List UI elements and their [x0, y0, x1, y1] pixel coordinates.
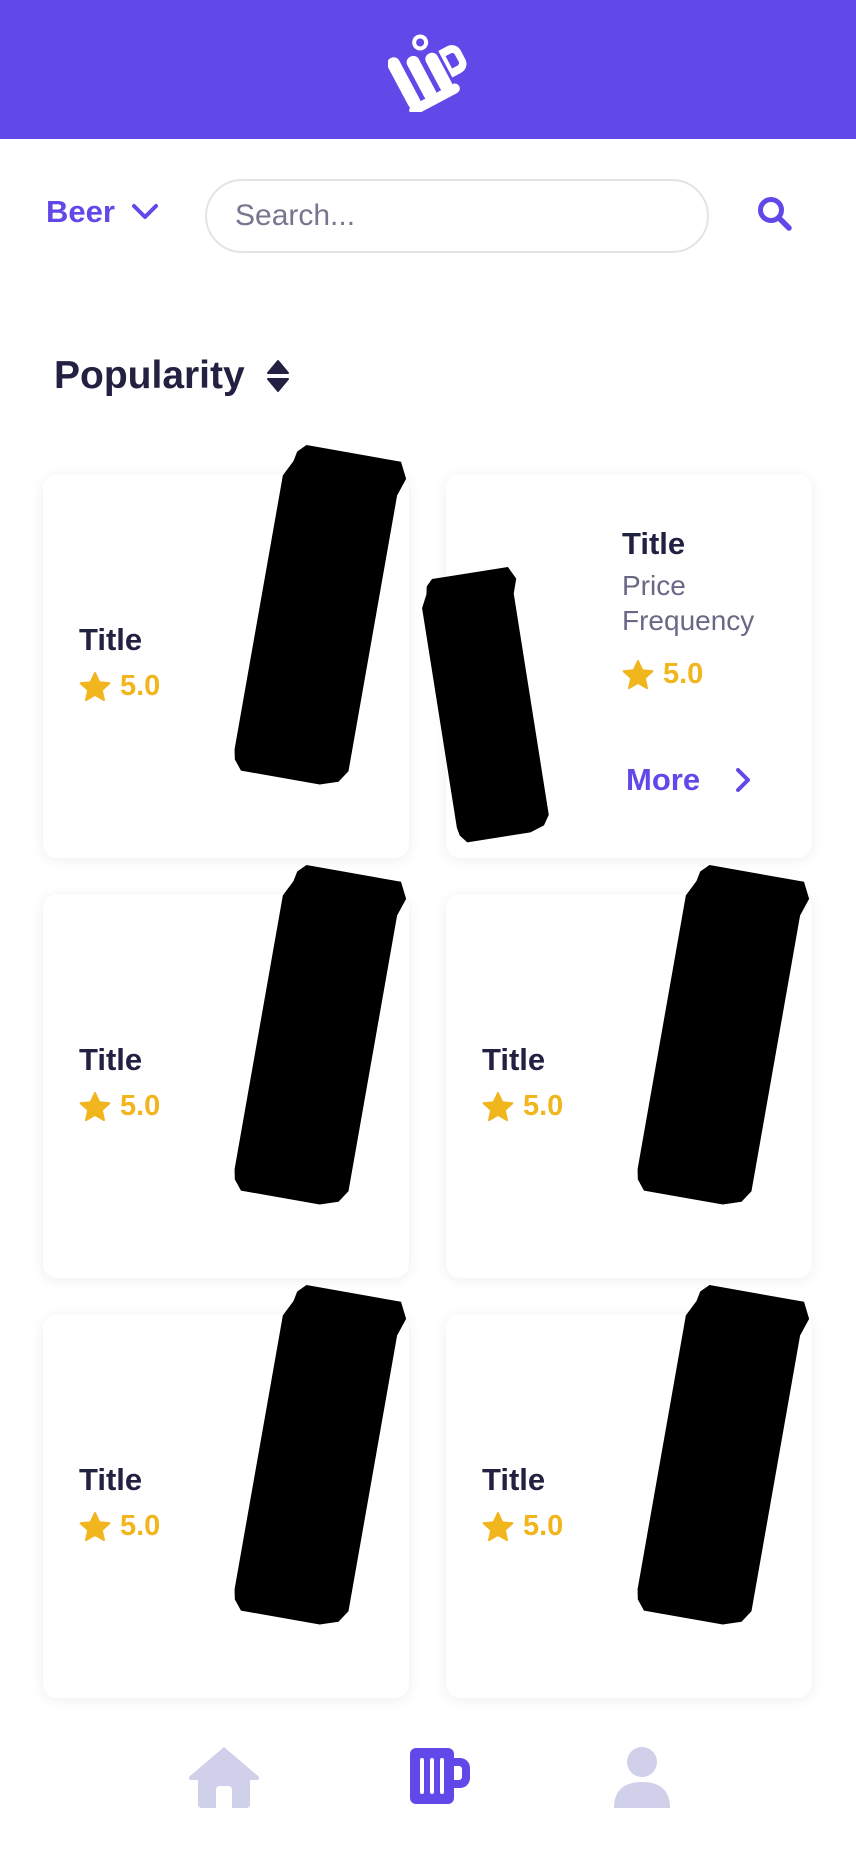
category-dropdown[interactable]: Beer [46, 194, 159, 230]
rating-value: 5.0 [523, 1090, 564, 1122]
card-rating: 5.0 [622, 658, 703, 691]
user-icon[interactable] [612, 1746, 672, 1810]
star-icon [482, 1091, 514, 1121]
product-card[interactable]: Title 5.0 [446, 861, 812, 1278]
rating-value: 5.0 [120, 670, 161, 702]
chevron-down-icon [131, 204, 158, 219]
product-card[interactable]: Title 5.0 [43, 1281, 409, 1698]
card-title: Title [482, 1462, 546, 1497]
can-placeholder-image [634, 861, 812, 1211]
sort-label: Popularity [54, 354, 245, 397]
sort-icon [266, 360, 289, 392]
card-rating: 5.0 [79, 670, 160, 703]
card-rating: 5.0 [482, 1090, 563, 1123]
star-icon [79, 1511, 111, 1541]
more-label: More [626, 762, 701, 797]
can-placeholder-image [231, 861, 409, 1211]
product-card[interactable]: Title 5.0 [43, 441, 409, 858]
card-title: Title [79, 1462, 143, 1497]
can-placeholder-image [231, 1281, 409, 1631]
product-card[interactable]: Title 5.0 [43, 861, 409, 1278]
card-price: Price [622, 570, 686, 601]
search-input[interactable] [205, 179, 709, 253]
bottom-nav [0, 1720, 856, 1852]
more-button[interactable]: More [626, 762, 752, 798]
can-placeholder-image [634, 1281, 812, 1631]
home-icon[interactable] [186, 1744, 262, 1810]
rating-value: 5.0 [523, 1510, 564, 1542]
rating-value: 5.0 [120, 1510, 161, 1542]
chevron-right-icon [736, 768, 751, 792]
rating-value: 5.0 [663, 658, 704, 690]
card-title: Title [622, 526, 686, 561]
app-header [0, 0, 856, 139]
search-icon[interactable] [756, 195, 794, 233]
card-title: Title [482, 1042, 546, 1077]
can-placeholder-image [417, 566, 556, 844]
card-rating: 5.0 [79, 1510, 160, 1543]
rating-value: 5.0 [120, 1090, 161, 1122]
star-icon [79, 1091, 111, 1121]
beer-mug-icon[interactable] [408, 1746, 472, 1806]
star-icon [79, 671, 111, 701]
card-title: Title [79, 1042, 143, 1077]
bar-logo-icon [388, 34, 467, 112]
card-title: Title [79, 622, 143, 657]
product-card-expanded[interactable]: Title Price Frequency 5.0 More [417, 474, 812, 858]
category-label: Beer [46, 194, 115, 229]
sort-selector[interactable]: Popularity [54, 354, 291, 398]
star-icon [482, 1511, 514, 1541]
product-card[interactable]: Title 5.0 [446, 1281, 812, 1698]
star-icon [622, 659, 654, 689]
card-rating: 5.0 [79, 1090, 160, 1123]
card-rating: 5.0 [482, 1510, 563, 1543]
card-frequency: Frequency [622, 605, 755, 636]
